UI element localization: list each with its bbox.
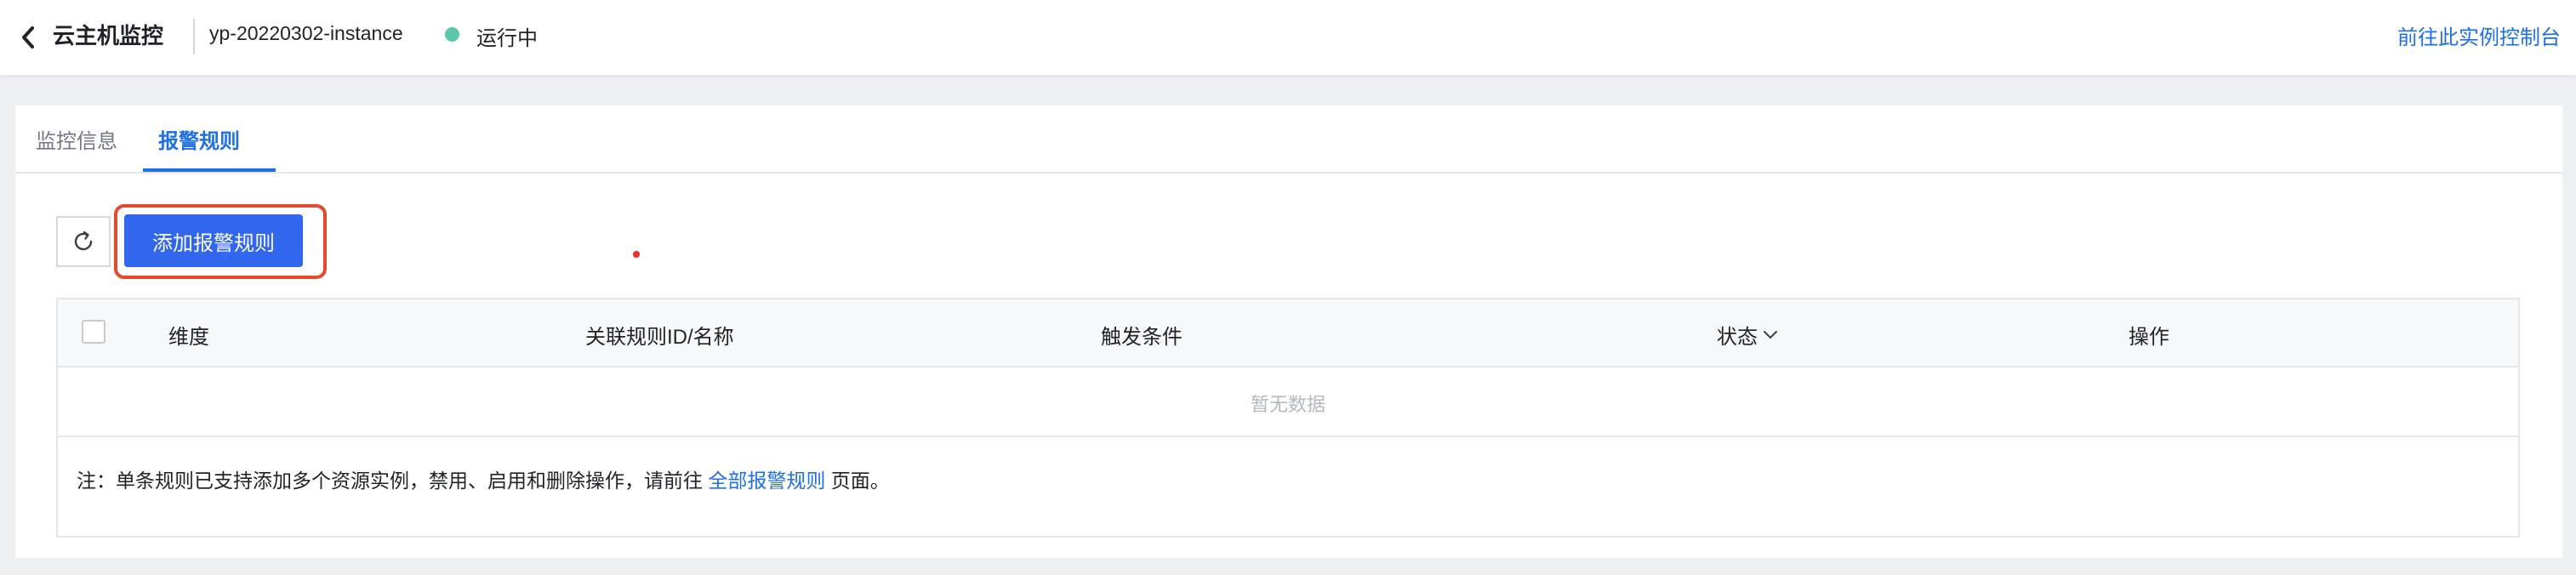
refresh-button[interactable]	[56, 216, 111, 267]
empty-state-row: 暂无数据	[58, 367, 2518, 437]
tab-alarm-rules[interactable]: 报警规则	[158, 124, 240, 154]
cursor-marker-dot	[633, 251, 640, 258]
chevron-down-icon	[1764, 330, 1777, 339]
active-tab-indicator	[143, 168, 276, 172]
instance-name: yp-20220302-instance	[209, 22, 403, 44]
refresh-icon	[74, 231, 93, 251]
column-header-condition: 触发条件	[1101, 326, 1183, 349]
note-prefix: 注：单条规则已支持添加多个资源实例，禁用、启用和删除操作，请前往	[77, 470, 703, 492]
empty-state-text: 暂无数据	[1250, 394, 1325, 415]
status-text: 运行中	[476, 27, 538, 50]
main-panel: 监控信息 报警规则 添加报警规则 维度 关联规则ID/名称 触发条件 状态 操作	[15, 105, 2562, 558]
tab-bar: 监控信息 报警规则	[15, 105, 2562, 174]
table-header: 维度 关联规则ID/名称 触发条件 状态 操作	[58, 299, 2518, 367]
status-dot-icon	[445, 27, 459, 42]
add-alarm-rule-button[interactable]: 添加报警规则	[124, 214, 303, 267]
back-button[interactable]	[15, 22, 41, 53]
column-header-rule: 关联规则ID/名称	[585, 326, 734, 349]
column-header-status[interactable]: 状态	[1717, 320, 1778, 350]
tab-monitor-info[interactable]: 监控信息	[36, 124, 117, 154]
top-header: 云主机监控 yp-20220302-instance 运行中 前往此实例控制台	[0, 0, 2576, 75]
chevron-left-icon	[22, 26, 34, 48]
select-all-checkbox[interactable]	[82, 320, 105, 344]
page-title: 云主机监控	[53, 23, 164, 48]
column-header-status-label: 状态	[1717, 326, 1758, 349]
column-header-actions: 操作	[2129, 326, 2169, 349]
note-suffix: 页面。	[830, 470, 890, 492]
header-divider	[193, 19, 195, 54]
alarm-rules-table: 维度 关联规则ID/名称 触发条件 状态 操作 暂无数据 注：单条规则已支持添加…	[56, 298, 2520, 538]
all-alarm-rules-link[interactable]: 全部报警规则	[708, 470, 825, 492]
column-header-dimension: 维度	[168, 326, 209, 349]
instance-console-link[interactable]: 前往此实例控制台	[2397, 20, 2561, 50]
table-note: 注：单条规则已支持添加多个资源实例，禁用、启用和删除操作，请前往 全部报警规则 …	[77, 464, 890, 493]
